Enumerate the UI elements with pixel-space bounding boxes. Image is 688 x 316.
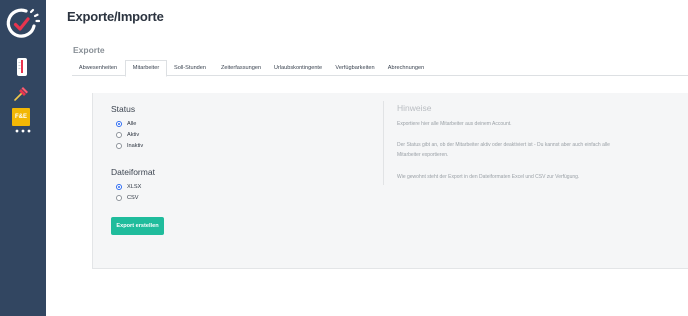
format-option-xlsx[interactable]: XLSX [116,183,141,191]
status-heading: Status [111,104,136,114]
format-label-csv: CSV [127,195,139,201]
format-label-xlsx: XLSX [127,184,142,190]
status-option-aktiv[interactable]: Aktiv [116,131,139,139]
tab-abrechnungen[interactable]: Abrechnungen [384,60,428,76]
status-label-aktiv: Aktiv [127,132,140,138]
main-content: Exporte/Importe Exporte Abwesenheiten Mi… [46,0,688,316]
format-radio-xlsx[interactable] [116,184,122,190]
format-heading: Dateiformat [111,167,155,177]
tab-soll-stunden[interactable]: Soll-Stunden [170,60,210,76]
file-e-icon[interactable]: F&E [12,108,30,126]
page-title: Exporte/Importe [67,9,164,24]
tab-bar: Abwesenheiten Mitarbeiter Soll-Stunden Z… [72,60,688,77]
pin-icon[interactable] [11,82,33,104]
hints-heading: Hinweise [397,103,432,113]
file-e-icon-text: F&E [15,114,27,120]
export-button[interactable]: Export erstellen [111,217,164,235]
thermometer-icon[interactable] [11,56,33,78]
status-label-alle: Alle [127,121,137,127]
hint-line-2: Der Status gibt an, ob der Mitarbeiter a… [397,142,610,148]
tab-abwesenheiten[interactable]: Abwesenheiten [72,60,124,76]
sidebar: F&E [0,0,46,316]
status-radio-inaktiv[interactable] [116,143,122,149]
hint-line-4: Wie gewohnt steht der Export in den Date… [397,174,580,180]
status-radio-aktiv[interactable] [116,132,122,138]
hint-line-3: Mitarbeiter exportieren. [397,152,449,158]
export-panel: Status Alle Aktiv Inaktiv Dateiformat XL… [92,93,688,269]
status-option-inaktiv[interactable]: Inaktiv [116,142,143,150]
tab-mitarbeiter[interactable]: Mitarbeiter [125,60,167,77]
status-option-alle[interactable]: Alle [116,120,136,128]
hint-line-1: Exportiere hier alle Mitarbeiter aus dei… [397,121,512,127]
tab-verfuegbarkeiten[interactable]: Verfügbarkeiten [332,60,378,76]
status-radio-alle[interactable] [116,121,122,127]
panel-divider [383,101,384,185]
more-dots-icon[interactable] [14,127,32,135]
status-label-inaktiv: Inaktiv [127,143,144,149]
format-radio-csv[interactable] [116,195,122,201]
tab-zeiterfassungen[interactable]: Zeiterfassungen [216,60,266,76]
section-title: Exporte [73,45,105,55]
app-logo-icon[interactable] [4,6,40,42]
format-option-csv[interactable]: CSV [116,194,139,202]
tab-urlaubskontingente[interactable]: Urlaubskontingente [270,60,326,76]
